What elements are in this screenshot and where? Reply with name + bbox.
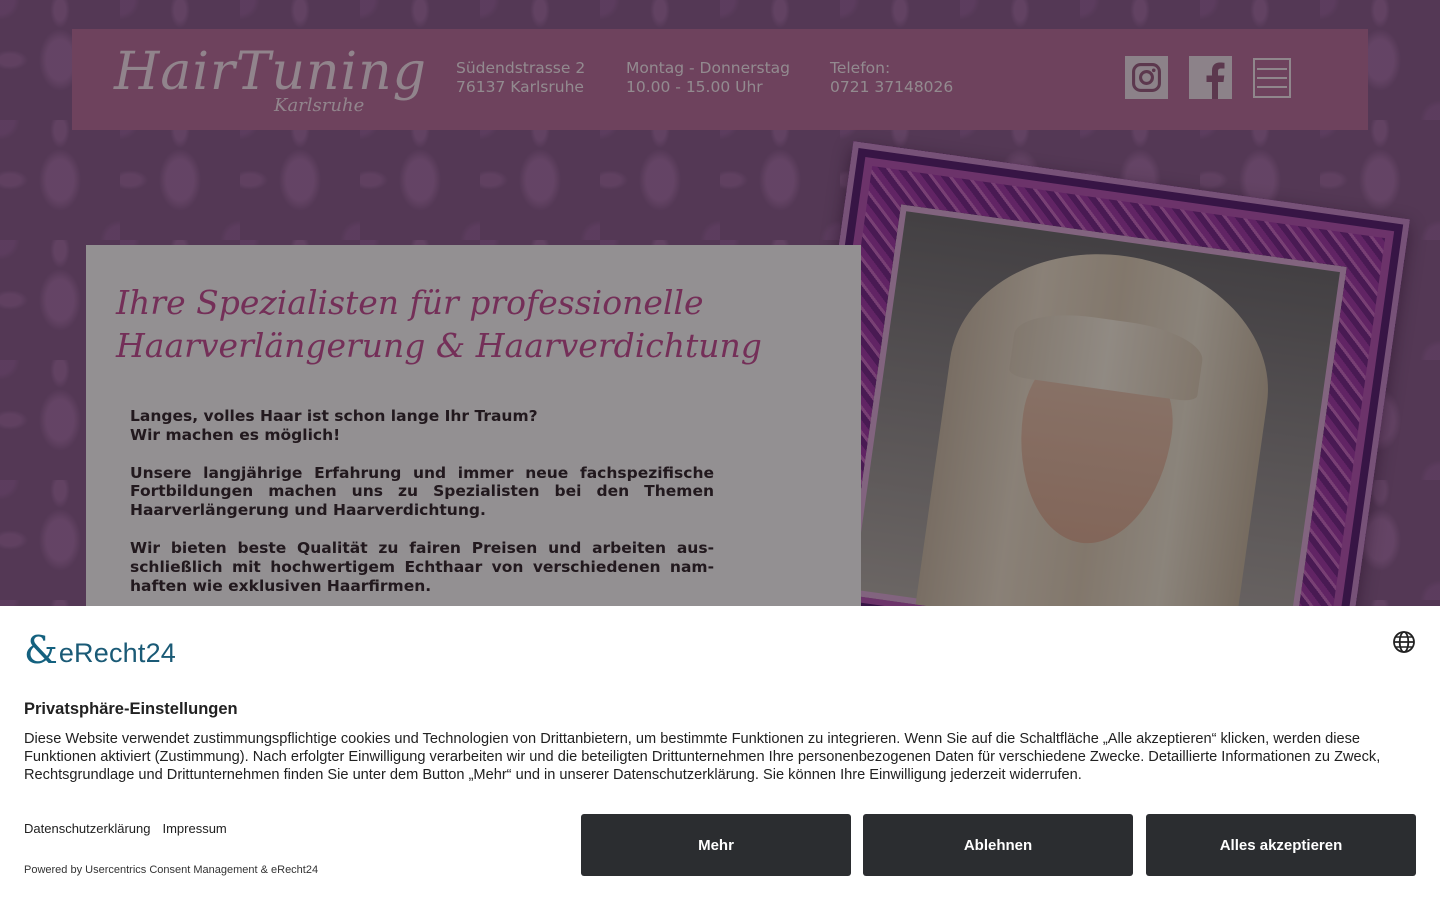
powered-by-text: Powered by Usercentrics Consent Manageme… xyxy=(24,864,319,876)
cookie-consent-banner: & eRecht24 Privatsphäre-Einstellungen Di… xyxy=(0,606,1440,900)
erecht24-logo: & eRecht24 xyxy=(24,630,176,670)
erecht24-logo-icon: & xyxy=(24,628,58,672)
imprint-link[interactable]: Impressum xyxy=(162,821,226,836)
more-button[interactable]: Mehr xyxy=(581,814,851,876)
consent-links: Datenschutzerklärung Impressum xyxy=(24,821,227,836)
decline-button[interactable]: Ablehnen xyxy=(863,814,1133,876)
consent-description: Diese Website verwendet zustimmungspflic… xyxy=(24,731,1381,783)
erecht24-wordmark: eRecht24 xyxy=(58,637,177,668)
privacy-policy-link[interactable]: Datenschutzerklärung xyxy=(24,821,150,836)
globe-icon[interactable] xyxy=(1392,630,1416,654)
accept-all-button[interactable]: Alles akzeptieren xyxy=(1146,814,1416,876)
consent-title: Privatsphäre-Einstellungen xyxy=(24,700,238,718)
